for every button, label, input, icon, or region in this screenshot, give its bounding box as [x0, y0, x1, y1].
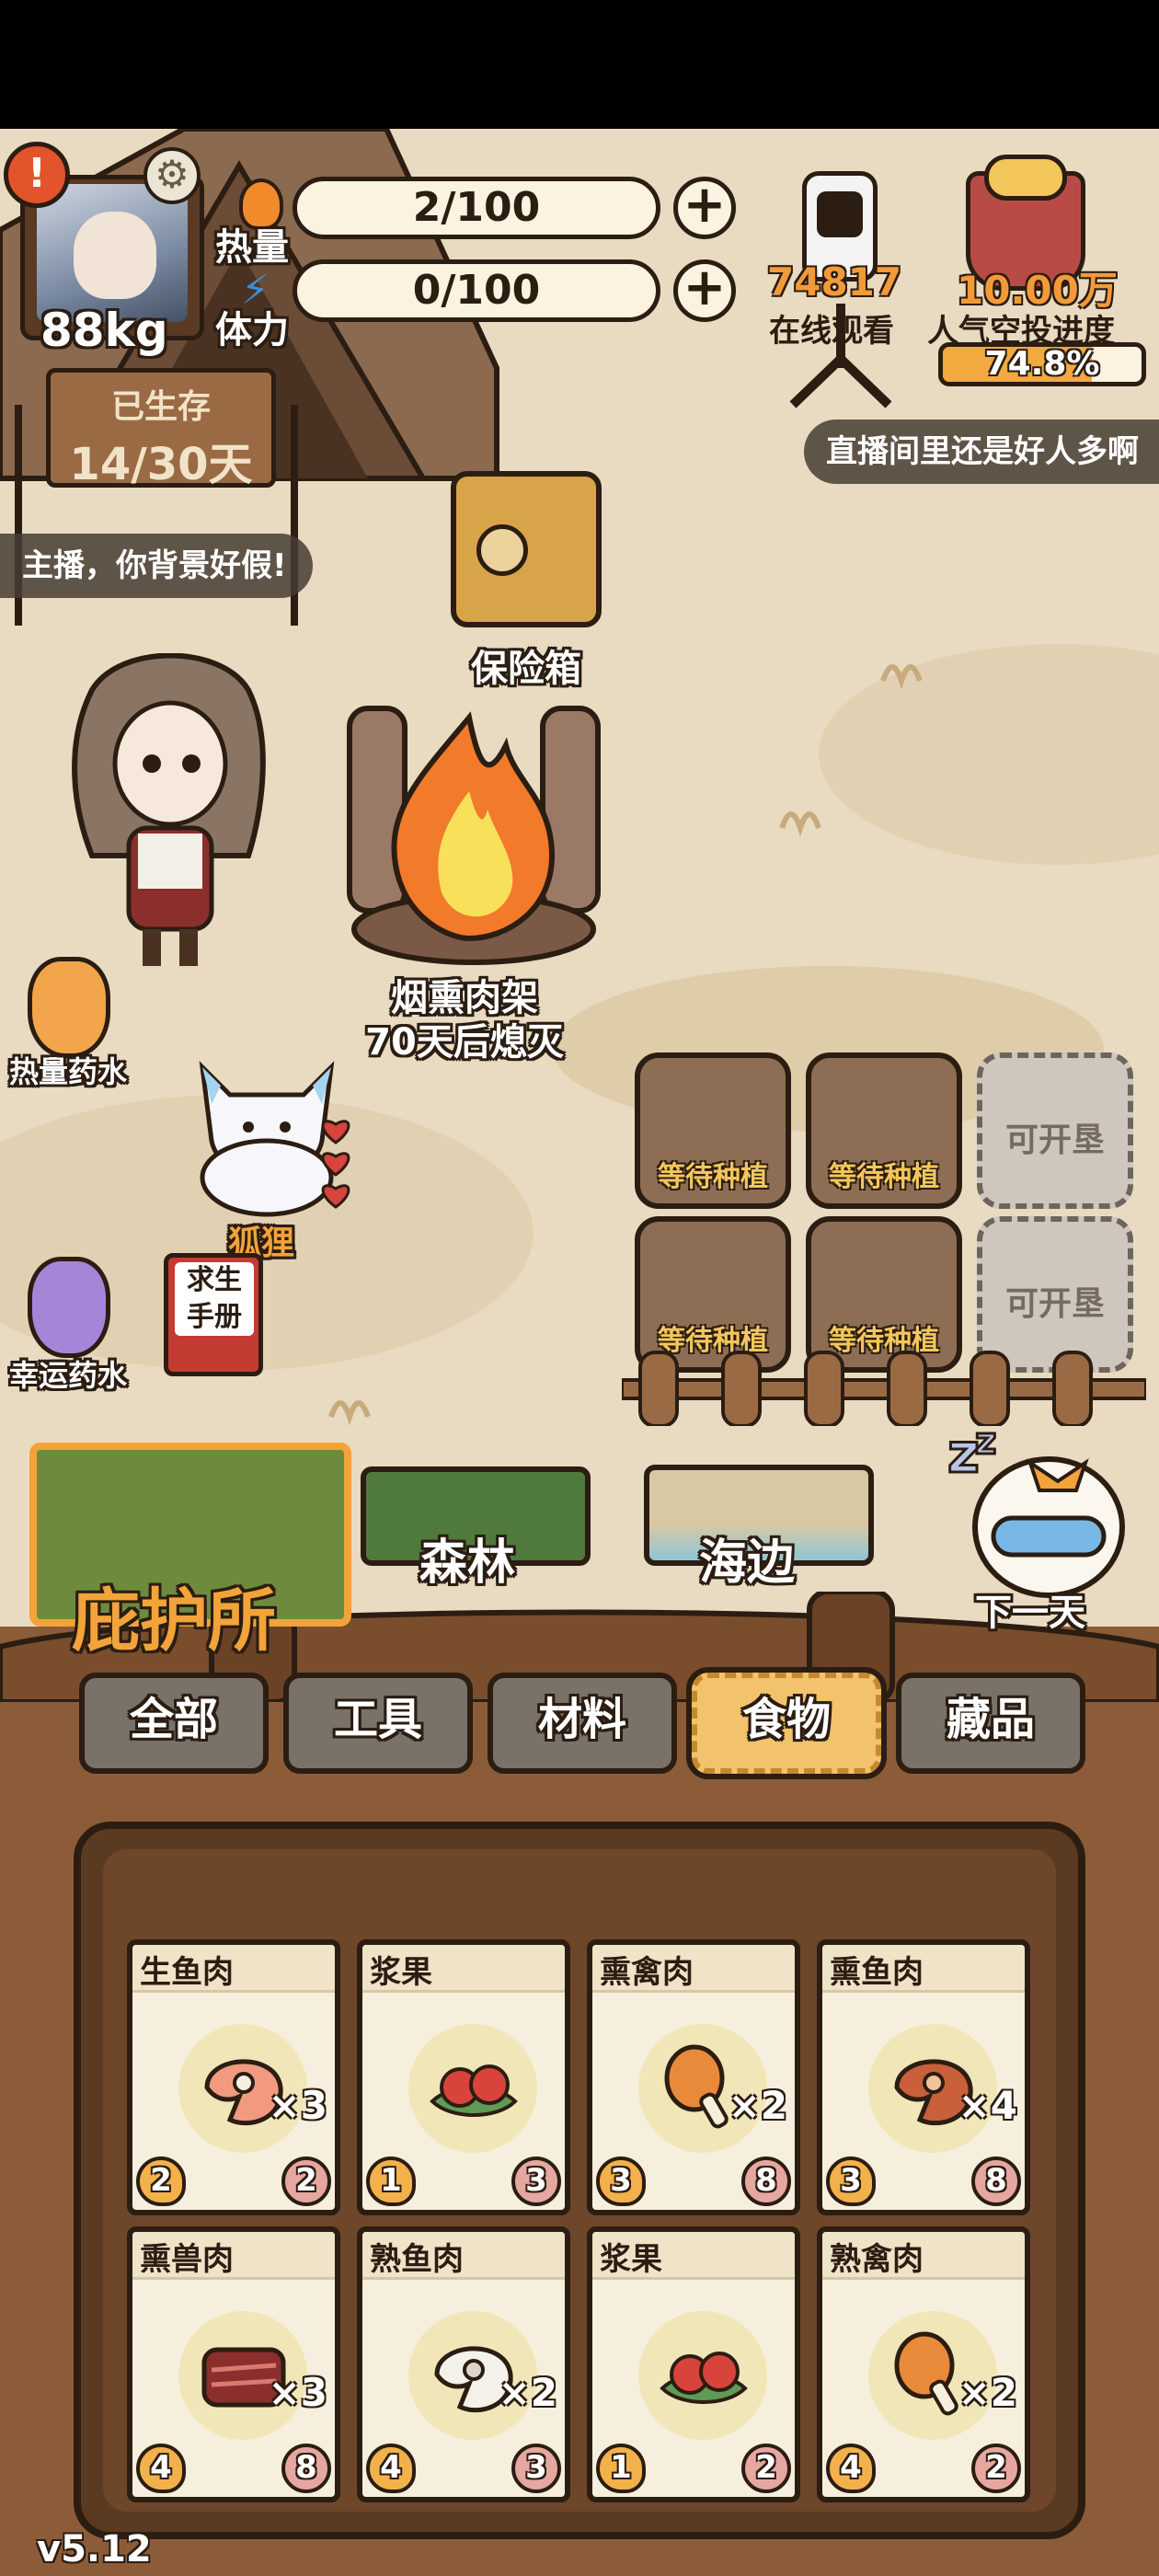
- version-label: v5.12: [37, 2528, 152, 2570]
- calorie-badge: 1: [596, 2444, 646, 2493]
- tab-food[interactable]: 食物: [686, 1667, 887, 1779]
- fire-icon-campfire: [391, 711, 556, 942]
- luck-potion-label[interactable]: 幸运药水: [9, 1352, 127, 1395]
- survived-days: 14/30天: [69, 439, 253, 490]
- fire-label-2: 70天后熄灭: [365, 1021, 564, 1064]
- plot-label: 等待种植: [829, 1161, 939, 1193]
- card-name: 浆果: [600, 2241, 662, 2278]
- food-card[interactable]: 熟禽肉 ×2 4 2: [817, 2226, 1030, 2502]
- heart-icon: [321, 1120, 350, 1209]
- safe-dial: [476, 524, 528, 576]
- card-name: 熟鱼肉: [370, 2241, 464, 2278]
- plot-label: 可开垦: [1004, 1285, 1105, 1323]
- card-name: 熏禽肉: [600, 1954, 694, 1991]
- calorie-badge: 1: [366, 2156, 416, 2206]
- stat-label-stamina: 体力: [215, 309, 289, 351]
- card-quantity: ×4: [958, 2083, 1017, 2128]
- viewer-count: 74817: [767, 259, 902, 305]
- food-card[interactable]: 生鱼肉 ×3 2 2: [127, 1939, 340, 2215]
- farm-plot-locked[interactable]: 可开垦: [977, 1052, 1133, 1209]
- player-weight: 88kg: [40, 304, 168, 357]
- safe-label[interactable]: 保险箱: [388, 638, 664, 692]
- heat-potion-label[interactable]: 热量药水: [9, 1049, 127, 1091]
- airdrop-progress-text: 74.8%: [984, 345, 1100, 383]
- avatar-face: [74, 212, 156, 299]
- viewers-label: 在线观看: [769, 313, 894, 350]
- location-beach-label[interactable]: 海边: [699, 1524, 795, 1593]
- stamina-badge: 2: [281, 2156, 331, 2206]
- food-card[interactable]: 浆果 1 2: [587, 2226, 800, 2502]
- tab-materials[interactable]: 材料: [488, 1673, 677, 1774]
- card-quantity: ×2: [958, 2370, 1017, 2415]
- card-name: 熟禽肉: [830, 2241, 924, 2278]
- card-quantity: ×3: [268, 2370, 327, 2415]
- location-forest-label[interactable]: 森林: [419, 1524, 515, 1593]
- add-heat-button[interactable]: +: [673, 177, 736, 239]
- card-name: 生鱼肉: [140, 1954, 234, 1991]
- food-card[interactable]: 熏鱼肉 ×4 3 8: [817, 1939, 1030, 2215]
- card-quantity: ×2: [498, 2370, 557, 2415]
- alert-icon[interactable]: !: [4, 142, 70, 208]
- stamina-bar: 0/100: [293, 259, 660, 322]
- stamina-badge: 3: [511, 2444, 561, 2493]
- camera-lens: [817, 191, 863, 237]
- survival-manual-label[interactable]: 求生手册: [175, 1262, 254, 1336]
- card-name: 熏兽肉: [140, 2241, 234, 2278]
- tab-collectibles[interactable]: 藏品: [896, 1673, 1085, 1774]
- plot-label: 等待种植: [658, 1161, 768, 1193]
- tab-all[interactable]: 全部: [79, 1673, 269, 1774]
- farm-plot[interactable]: 等待种植: [806, 1052, 962, 1209]
- gear-icon[interactable]: ⚙: [143, 147, 201, 204]
- airdrop-progress-bar: 74.8%: [938, 342, 1146, 386]
- next-day-button[interactable]: 下一天: [975, 1582, 1085, 1636]
- svg-text:z: z: [975, 1420, 996, 1463]
- add-stamina-button[interactable]: +: [673, 259, 736, 322]
- calorie-badge: 4: [826, 2444, 876, 2493]
- calorie-badge: 4: [136, 2444, 186, 2493]
- stamina-badge: 8: [281, 2444, 331, 2493]
- stamina-badge: 8: [741, 2156, 791, 2206]
- player-character[interactable]: [64, 653, 276, 975]
- chat-bubble-left: 主播，你背景好假!: [0, 534, 313, 598]
- calorie-badge: 2: [136, 2156, 186, 2206]
- card-quantity: ×2: [728, 2083, 787, 2128]
- calorie-badge: 3: [826, 2156, 876, 2206]
- stamina-badge: 8: [971, 2156, 1021, 2206]
- luck-potion-icon[interactable]: [28, 1257, 110, 1358]
- food-card[interactable]: 熟鱼肉 ×2 4 3: [357, 2226, 570, 2502]
- stamina-badge: 3: [511, 2156, 561, 2206]
- calorie-badge: 4: [366, 2444, 416, 2493]
- calorie-badge: 3: [596, 2156, 646, 2206]
- berries-icon: [430, 2064, 518, 2117]
- gift-bow: [984, 155, 1067, 201]
- chat-bubble-right: 直播间里还是好人多啊: [804, 420, 1159, 484]
- location-shelter-label[interactable]: 庇护所: [72, 1566, 276, 1664]
- food-card[interactable]: 熏兽肉 ×3 4 8: [127, 2226, 340, 2502]
- tab-tools[interactable]: 工具: [283, 1673, 473, 1774]
- card-name: 熏鱼肉: [830, 1954, 924, 1991]
- survived-title: 已生存: [110, 388, 211, 426]
- card-name: 浆果: [370, 1954, 432, 1991]
- card-quantity: ×3: [268, 2083, 327, 2128]
- stat-label-heat: 热量: [215, 226, 289, 269]
- wooden-fence: [622, 1351, 1146, 1426]
- plot-label: 可开垦: [1004, 1121, 1105, 1159]
- heat-bar: 2/100: [293, 177, 660, 239]
- berries-icon: [660, 2352, 748, 2404]
- status-bar: [0, 0, 1159, 129]
- stamina-badge: 2: [971, 2444, 1021, 2493]
- stamina-badge: 2: [741, 2444, 791, 2493]
- farm-plot[interactable]: 等待种植: [635, 1052, 791, 1209]
- survived-days-sign: 已生存 14/30天: [46, 368, 276, 490]
- food-card[interactable]: 浆果 1 3: [357, 1939, 570, 2215]
- food-card[interactable]: 熏禽肉 ×2 3 8: [587, 1939, 800, 2215]
- heat-potion-icon[interactable]: [28, 957, 110, 1058]
